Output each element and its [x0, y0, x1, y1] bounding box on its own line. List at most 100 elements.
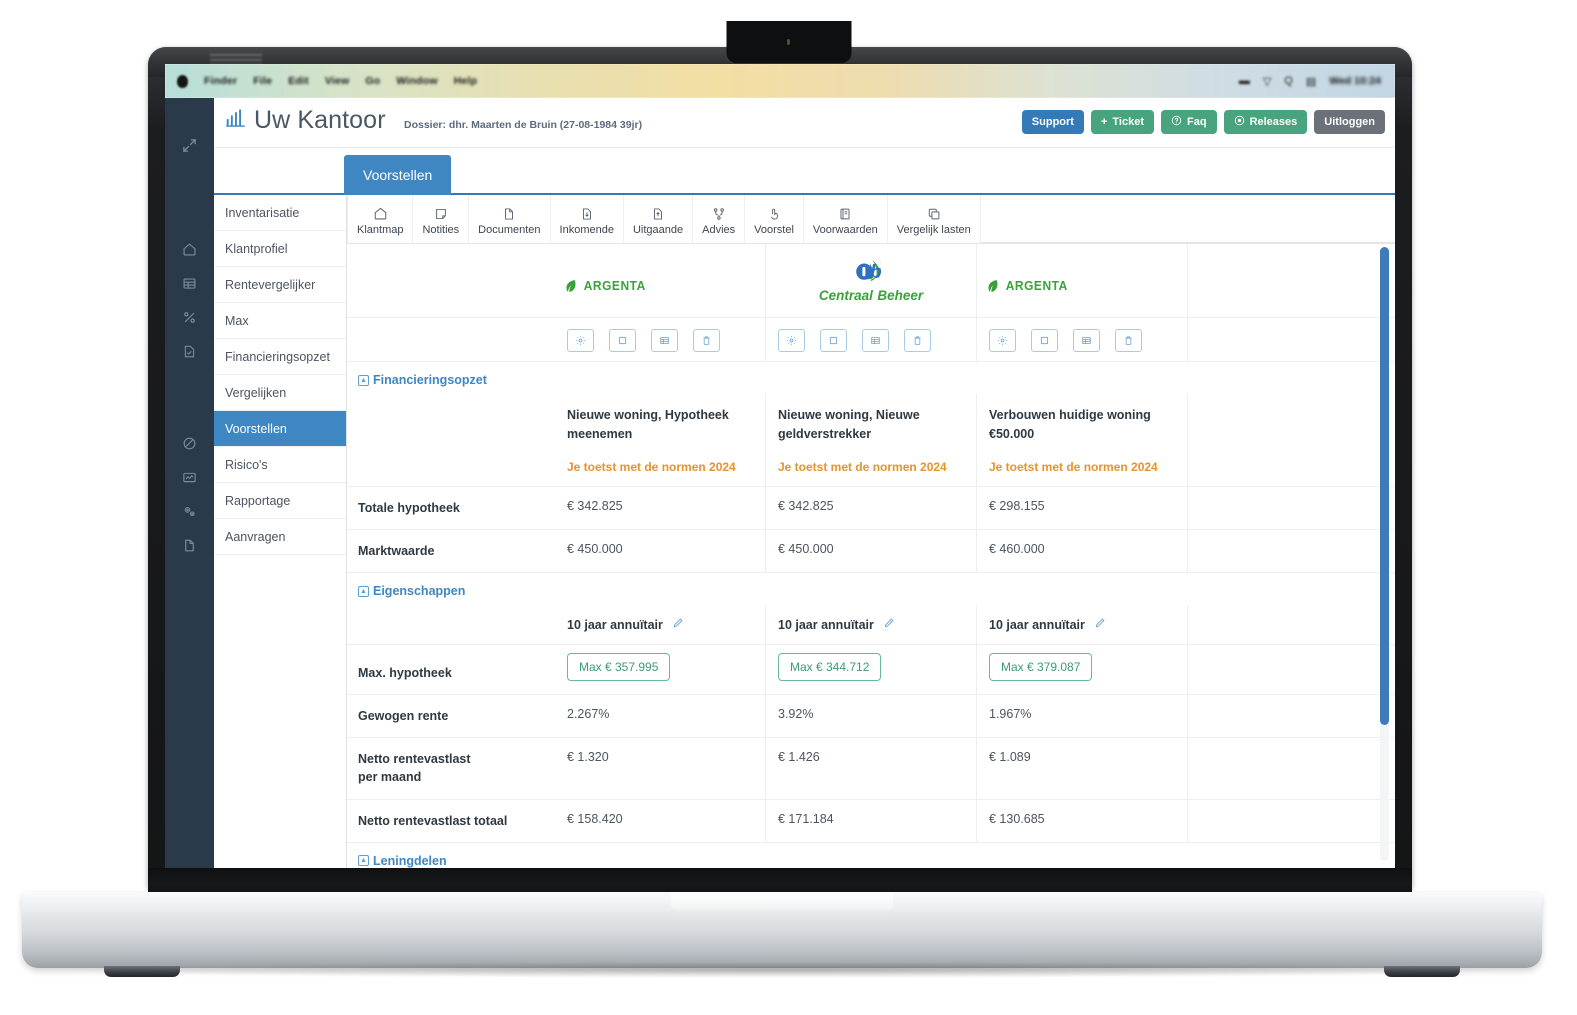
- laptop-base: [22, 892, 1542, 977]
- scenario-2: Nieuwe woning, Nieuwe geldverstrekker Je…: [766, 394, 977, 486]
- sidebar-item-rentevergelijker[interactable]: Rentevergelijker: [214, 267, 346, 303]
- scrollbar-thumb[interactable]: [1380, 247, 1389, 725]
- scroll-body: ARGENTA b Centraal Beheer ARGENTA ▲ Fina…: [347, 244, 1395, 868]
- edit-pencil-icon[interactable]: [1094, 617, 1106, 632]
- faq-button[interactable]: Faq: [1161, 110, 1217, 134]
- cell-value: € 1.320: [555, 738, 766, 799]
- edit-pencil-icon[interactable]: [883, 617, 895, 632]
- menu-window[interactable]: Window: [396, 75, 437, 87]
- centraal-beheer-logo: b Centraal Beheer: [819, 254, 923, 304]
- sidebar-item-financieringsopzet[interactable]: Financieringsopzet: [214, 339, 346, 375]
- toolbar-vergelijk-lasten[interactable]: Vergelijk lasten: [888, 195, 981, 243]
- app-header: Uw Kantoor Dossier: dhr. Maarten de Brui…: [214, 98, 1395, 148]
- toolbar-notities[interactable]: Notities: [413, 195, 470, 243]
- table-icon[interactable]: [1073, 328, 1100, 352]
- expand-icon[interactable]: [182, 138, 197, 153]
- toolbar-label: Inkomende: [559, 223, 614, 236]
- sidebar-item-vergelijken[interactable]: Vergelijken: [214, 375, 346, 411]
- toolbar-klantmap[interactable]: Klantmap: [347, 195, 414, 243]
- sidebar-item-inventarisatie[interactable]: Inventarisatie: [214, 195, 346, 231]
- square-icon[interactable]: [1031, 328, 1058, 352]
- content-toolbar: Klantmap Notities Documenten Inkomende U…: [347, 195, 1395, 244]
- cell-value: € 130.685: [977, 799, 1188, 842]
- sidebar-item-voorstellen[interactable]: Voorstellen: [214, 411, 346, 447]
- edit-pencil-icon[interactable]: [672, 617, 684, 632]
- sidebar-item-rapportage[interactable]: Rapportage: [214, 483, 346, 519]
- sidebar-item-risicos[interactable]: Risico's: [214, 447, 346, 483]
- document-check-icon[interactable]: [182, 344, 197, 359]
- toolbar-inkomende[interactable]: Inkomende: [551, 195, 624, 243]
- table-icon[interactable]: [651, 328, 678, 352]
- support-button[interactable]: Support: [1021, 110, 1084, 134]
- section-leningdelen[interactable]: ▲ Leningdelen: [347, 843, 1395, 868]
- square-icon[interactable]: [820, 328, 847, 352]
- search-icon[interactable]: Q: [1284, 75, 1293, 87]
- sidebar-item-aanvragen[interactable]: Aanvragen: [214, 519, 346, 555]
- max-badge[interactable]: Max € 379.087: [989, 653, 1093, 681]
- toolbar-voorwaarden[interactable]: Voorwaarden: [804, 195, 888, 243]
- gear-icon[interactable]: [778, 328, 805, 352]
- toolbar-voorstel[interactable]: Voorstel: [745, 195, 804, 243]
- chart-image-icon[interactable]: [182, 470, 197, 485]
- gear-icon[interactable]: [989, 328, 1016, 352]
- toolbar-label: Uitgaande: [632, 223, 684, 236]
- menu-file[interactable]: File: [253, 75, 272, 87]
- menu-edit[interactable]: Edit: [288, 75, 309, 87]
- logo-row-end: [1188, 244, 1395, 317]
- nav-label: Rapportage: [225, 493, 291, 508]
- toolbar-advies[interactable]: Advies: [693, 195, 746, 243]
- annuity-cell-2: 10 jaar annuïtair: [766, 605, 977, 644]
- section-financieringsopzet[interactable]: ▲ Financieringsopzet: [347, 362, 1395, 394]
- wifi-icon[interactable]: ▽: [1263, 75, 1271, 88]
- vertical-scrollbar[interactable]: [1380, 247, 1389, 861]
- trash-icon[interactable]: [1115, 328, 1142, 352]
- menu-view[interactable]: View: [325, 75, 350, 87]
- sidebar-item-klantprofiel[interactable]: Klantprofiel: [214, 231, 346, 267]
- drop-shadow: [70, 962, 1500, 978]
- apple-logo-icon[interactable]: [177, 74, 188, 88]
- dossier-label: Dossier: dhr. Maarten de Bruin (27-08-19…: [404, 119, 643, 131]
- copy-icon: [927, 207, 941, 221]
- releases-button[interactable]: Releases: [1223, 110, 1308, 134]
- scenario-1: Nieuwe woning, Hypotheek meenemen Je toe…: [555, 394, 766, 486]
- toolbar-label: Klantmap: [357, 224, 404, 236]
- gears-icon[interactable]: [182, 504, 198, 519]
- ticket-button[interactable]: + Ticket: [1090, 110, 1154, 134]
- support-label: Support: [1031, 116, 1074, 128]
- table-icon[interactable]: [182, 276, 197, 291]
- menu-go[interactable]: Go: [365, 75, 380, 87]
- argenta-logo: ARGENTA: [987, 278, 1071, 293]
- max-badge[interactable]: Max € 357.995: [567, 653, 671, 681]
- table-icon[interactable]: [862, 328, 889, 352]
- trash-icon[interactable]: [693, 328, 720, 352]
- document-icon[interactable]: [182, 538, 197, 553]
- home-icon[interactable]: [182, 242, 197, 257]
- cell-value: € 450.000: [555, 529, 766, 572]
- scenario-header-row: Nieuwe woning, Hypotheek meenemen Je toe…: [347, 394, 1395, 487]
- sidebar-item-max[interactable]: Max: [214, 303, 346, 339]
- gear-icon[interactable]: [567, 328, 594, 352]
- circle-slash-icon[interactable]: [182, 436, 197, 451]
- collapse-icon: ▲: [358, 855, 369, 867]
- menu-finder[interactable]: Finder: [204, 75, 237, 87]
- brand[interactable]: Uw Kantoor: [224, 106, 386, 135]
- logout-button[interactable]: Uitloggen: [1314, 110, 1385, 134]
- section-eigenschappen[interactable]: ▲ Eigenschappen: [347, 573, 1395, 605]
- tab-voorstellen[interactable]: Voorstellen: [344, 155, 452, 195]
- toolbar-uitgaande[interactable]: Uitgaande: [624, 195, 694, 243]
- row-end: [1188, 738, 1395, 798]
- laptop-mockup: Finder File Edit View Go Window Help ▬ ▽…: [0, 0, 1577, 1015]
- menubar-clock[interactable]: Wed 10:24: [1329, 75, 1381, 87]
- menu-help[interactable]: Help: [454, 75, 478, 87]
- column-actions-2: [766, 318, 977, 362]
- control-center-icon[interactable]: ▤: [1306, 75, 1316, 88]
- percent-icon[interactable]: [182, 310, 197, 325]
- square-icon[interactable]: [609, 328, 636, 352]
- trash-icon[interactable]: [904, 328, 931, 352]
- scenario-end: [1188, 394, 1395, 486]
- branch-icon: [712, 207, 726, 221]
- max-badge[interactable]: Max € 344.712: [778, 653, 882, 681]
- battery-icon[interactable]: ▬: [1239, 75, 1250, 87]
- toolbar-documenten[interactable]: Documenten: [469, 195, 551, 243]
- scenario-norm: Je toetst met de normen 2024: [778, 459, 947, 474]
